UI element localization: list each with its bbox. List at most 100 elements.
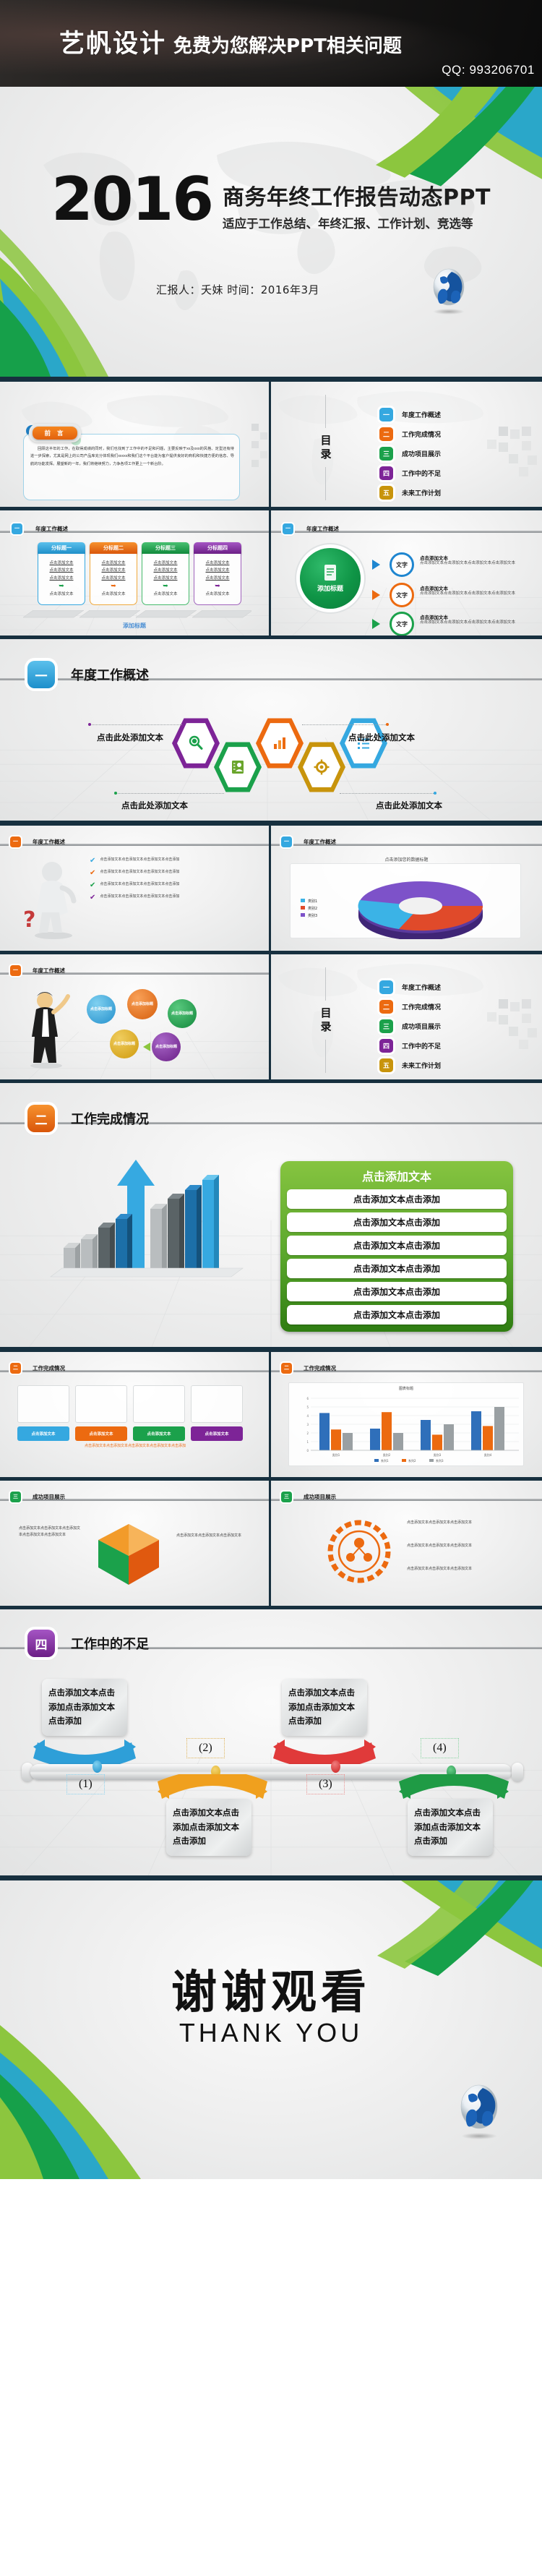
slide-foreword[interactable]: 前 言 回顾这半年的工作，在取得成绩的同时，我们也找到了工作中的不足和问题，主要… — [0, 382, 271, 510]
hex-connector-1 — [90, 724, 182, 725]
check-icon: ✔ — [90, 881, 96, 889]
timeline-node-1[interactable] — [93, 1760, 102, 1773]
bubble-label: 点击添加标题 — [131, 1001, 153, 1006]
promo-banner: 艺帆设计 免费为您解决PPT相关问题 QQ: 993206701 — [0, 0, 542, 87]
card-2[interactable]: 分标题二 点击添加文本 点击添加文本 点击添加文本 ➥ 点击添加文本 — [90, 542, 137, 605]
toc-item-3[interactable]: 三 成功项目展示 — [379, 1019, 441, 1033]
slide-pie-chart[interactable]: 一 年度工作概述 点击添加您的数据标题 类别1 类别2 类别3 — [271, 826, 542, 954]
globe-icon — [457, 2083, 502, 2139]
slide-cube[interactable]: 三 成功项目展示 点击添加文本点击添加文本点击添加文本点击添加文本点击添加文本 … — [0, 1481, 271, 1609]
toc-item-4[interactable]: 四 工作中的不足 — [379, 1039, 441, 1053]
mosaic-decoration — [455, 999, 542, 1060]
green-list-card[interactable]: 点击添加文本 点击添加文本点击添加 点击添加文本点击添加 点击添加文本点击添加 … — [280, 1161, 513, 1332]
bubble-1[interactable]: 点击添加标题 — [87, 995, 116, 1024]
green-list-item[interactable]: 点击添加文本点击添加 — [287, 1189, 507, 1209]
slide-toc-1[interactable]: 目 录 一 年度工作概述 二 工作完成情况 三 成功项目展示 四 工作中的不足 … — [271, 382, 542, 510]
slide-bar-chart[interactable]: 二 工作完成情况 图表标题 012 3456 类别1 类别2 类别3 类别4 系… — [271, 1352, 542, 1481]
timeline-node-3[interactable] — [331, 1760, 340, 1773]
thumb-row-1: 前 言 回顾这半年的工作，在取得成绩的同时，我们也找到了工作中的不足和问题，主要… — [0, 382, 542, 510]
green-list-item[interactable]: 点击添加文本点击添加 — [287, 1236, 507, 1255]
bubble-4[interactable]: 点击添加标题 — [110, 1030, 139, 1058]
toc-item-label: 未来工作计划 — [402, 490, 442, 497]
hexagon-3[interactable] — [256, 718, 304, 769]
slide-circle-bullets[interactable]: 一 年度工作概述 添加标题 文字 点击添加文本 点击添加文本点击添加文本点击添加… — [271, 510, 542, 639]
bubble-5[interactable]: 点击添加标题 — [152, 1032, 181, 1061]
org-text-3: 点击添加文本点击添加文本点击添加文本 — [407, 1567, 473, 1571]
center-circle-label: 添加标题 — [317, 586, 343, 593]
bubble-3[interactable]: 点击添加标题 — [168, 999, 197, 1028]
slide-timeline[interactable]: 四 工作中的不足 点击添加文本点击添加点击添加文本点击添加 点击添加文本点击添加… — [0, 1609, 542, 1880]
section-title: 工作中的不足 — [71, 1637, 149, 1652]
bubble-label: 点击添加标题 — [171, 1011, 193, 1016]
brand-name: 艺帆设计 — [59, 29, 167, 59]
section-badge: 一 — [10, 836, 21, 847]
cards-caption: 添加标题 — [123, 622, 146, 629]
toc-chip-4: 四 — [379, 1039, 393, 1053]
green-list-item[interactable]: 点击添加文本点击添加 — [287, 1259, 507, 1278]
bubble-arrow-icon — [143, 1043, 150, 1051]
section-title: 成功项目展示 — [33, 1493, 65, 1500]
svg-text:类别3: 类别3 — [434, 1452, 442, 1457]
check-row: ✔ 点击添加文本点击添加文本点击添加文本点击添加 — [90, 857, 253, 865]
section-header: 二 工作完成情况 — [0, 1361, 269, 1375]
check-row-text: 点击添加文本点击添加文本点击添加文本点击添加 — [100, 857, 180, 862]
tile-col-4[interactable]: 点击添加文本 — [191, 1385, 243, 1441]
toc-item-4[interactable]: 四 工作中的不足 — [379, 466, 441, 480]
card-1[interactable]: 分标题一 点击添加文本 点击添加文本 点击添加文本 ➥ 点击添加文本 — [38, 542, 85, 605]
foreword-tab: 前 言 — [33, 427, 77, 440]
svg-text:2: 2 — [306, 1432, 309, 1435]
card-plinths — [20, 609, 254, 620]
card-footer: 点击添加文本 — [153, 592, 178, 596]
slide-green-list[interactable]: 二 工作完成情况 点击添加文本 点击添加文本点击添加 点击添加文本点击添加 点击… — [0, 1083, 542, 1352]
slide-bubbles[interactable]: 一 年度工作概述 点击添加标题 点击添加标题 点击添加标题 点击添加标题 点击添… — [0, 954, 271, 1083]
green-list-item[interactable]: 点击添加文本点击添加 — [287, 1212, 507, 1232]
globe-icon — [430, 268, 468, 314]
thumb-row-2: 一 年度工作概述 分标题一 点击添加文本 点击添加文本 点击添加文本 ➥ 点击添… — [0, 510, 542, 639]
toc-chip-3: 三 — [379, 447, 393, 461]
svg-text:类别1: 类别1 — [308, 899, 317, 904]
card-line: 点击添加文本 — [205, 560, 230, 565]
card-3[interactable]: 分标题三 点击添加文本 点击添加文本 点击添加文本 ➥ 点击添加文本 — [142, 542, 189, 605]
section-badge: 二 — [281, 1362, 292, 1374]
bubble-2[interactable]: 点击添加标题 — [127, 989, 158, 1019]
card-header: 分标题三 — [142, 542, 189, 554]
bar-chart-plot: 012 3456 类别1 类别2 类别3 类别4 系列1 系列2 系列3 — [306, 1397, 519, 1463]
tile-col-1[interactable]: 点击添加文本 — [17, 1385, 69, 1441]
card-line: 点击添加文本 — [49, 560, 74, 565]
tile-col-3[interactable]: 点击添加文本 — [133, 1385, 185, 1441]
section-title: 年度工作概述 — [304, 838, 336, 845]
timeline-box-3[interactable]: 点击添加文本点击添加点击添加文本点击添加 — [282, 1679, 367, 1736]
hexagon-inner — [177, 723, 215, 763]
ring-2: 文字 — [390, 583, 414, 607]
check-row: ✔ 点击添加文本点击添加文本点击添加文本点击添加 — [90, 882, 253, 889]
green-list-item[interactable]: 点击添加文本点击添加 — [287, 1282, 507, 1301]
tile-col-2[interactable]: 点击添加文本 — [75, 1385, 127, 1441]
toc-item-1[interactable]: 一 年度工作概述 — [379, 980, 441, 994]
slide-four-cards[interactable]: 一 年度工作概述 分标题一 点击添加文本 点击添加文本 点击添加文本 ➥ 点击添… — [0, 510, 271, 639]
slide-hexagons[interactable]: 一 年度工作概述 点击此处添加文本 点击此处添加文本 点击此处添加文本 点击此处… — [0, 639, 542, 826]
slide-four-tiles[interactable]: 二 工作完成情况 点击添加文本 点击添加文本 点击添加文本 点击添加文本 点击添… — [0, 1352, 271, 1481]
toc-item-3[interactable]: 三 成功项目展示 — [379, 447, 441, 461]
timeline-box-2[interactable]: 点击添加文本点击添加点击添加文本点击添加 — [166, 1799, 251, 1856]
card-4[interactable]: 分标题四 点击添加文本 点击添加文本 点击添加文本 ➥ 点击添加文本 — [194, 542, 241, 605]
hexagon-2[interactable] — [214, 742, 262, 792]
slide-org-ring[interactable]: 三 成功项目展示 点击添加文本点击添加文本点击添加文本 点击添加文本点击添加文本… — [271, 1481, 542, 1609]
toc-item-5[interactable]: 五 未来工作计划 — [379, 486, 441, 500]
center-circle[interactable]: 添加标题 — [300, 548, 361, 609]
bubble-label: 点击添加标题 — [155, 1044, 177, 1049]
toc-item-2[interactable]: 二 工作完成情况 — [379, 427, 441, 441]
green-list-item[interactable]: 点击添加文本点击添加 — [287, 1305, 507, 1325]
section-header: 四 工作中的不足 — [0, 1627, 542, 1660]
timeline-box-1[interactable]: 点击添加文本点击添加点击添加文本点击添加 — [42, 1679, 127, 1736]
slide-toc-2[interactable]: 目 录 一 年度工作概述 二 工作完成情况 三 成功项目展示 四 工作中的不足 … — [271, 954, 542, 1083]
timeline-box-4[interactable]: 点击添加文本点击添加点击添加文本点击添加 — [408, 1799, 493, 1856]
bullet-3: 点击添加文本 点击添加文本点击添加文本点击添加文本点击添加文本 — [420, 613, 521, 625]
toc-item-5[interactable]: 五 未来工作计划 — [379, 1058, 441, 1072]
slide-people-checks[interactable]: 一 年度工作概述 ? ✔ 点击添加文本点击添加文本点击添加文本点击添加 ✔ 点击… — [0, 826, 271, 954]
hexagon-4[interactable] — [298, 742, 345, 792]
svg-text:类别2: 类别2 — [383, 1452, 391, 1457]
toc-item-1[interactable]: 一 年度工作概述 — [379, 408, 441, 422]
toc-item-2[interactable]: 二 工作完成情况 — [379, 1000, 441, 1014]
bubble-label: 点击添加标题 — [113, 1041, 135, 1046]
section-header: 一 年度工作概述 — [271, 834, 542, 849]
